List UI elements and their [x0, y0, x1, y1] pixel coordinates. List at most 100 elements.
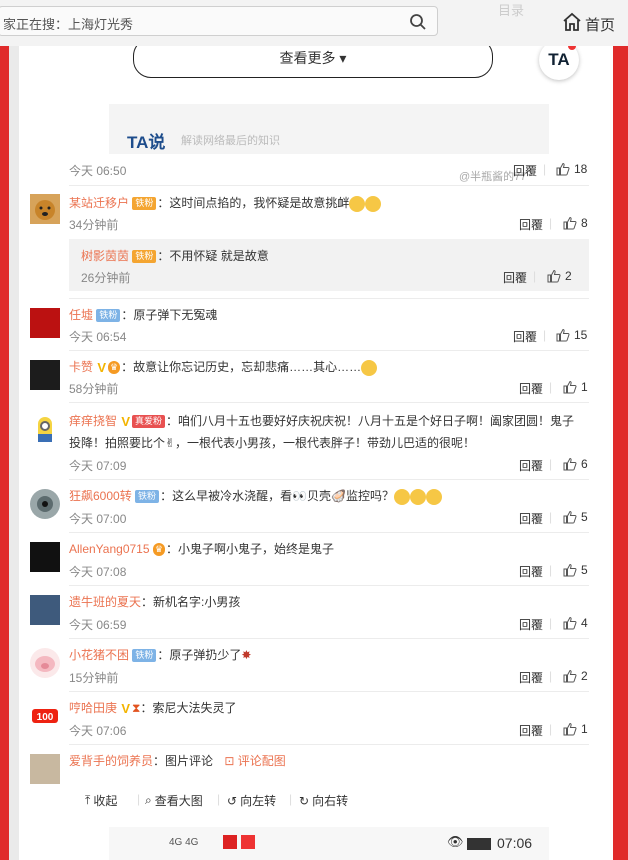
- comment-author[interactable]: 遗牛班的夏天: [69, 595, 141, 609]
- comment-text: ：咱们八月十五也要好好庆祝庆祝！八月十五是个好日子啊！阖家团圆！鬼子: [166, 414, 575, 428]
- comment-time: 15分钟前: [69, 671, 119, 685]
- ta-banner-subtitle: 解读网络最后的知识: [181, 135, 280, 147]
- comment-author[interactable]: AllenYang0715: [69, 542, 150, 556]
- avatar[interactable]: [30, 648, 60, 678]
- reply-button[interactable]: 回覆: [513, 162, 537, 179]
- comment-author[interactable]: 任墟: [69, 308, 93, 322]
- like-button[interactable]: 5: [563, 510, 588, 524]
- comment-author[interactable]: 某站迁移户: [69, 196, 129, 210]
- view-more-button[interactable]: 查看更多 ▾: [133, 46, 493, 78]
- true-fan-badge: 真爱粉: [132, 415, 166, 429]
- avatar[interactable]: [30, 360, 60, 390]
- avatar[interactable]: [30, 414, 60, 444]
- avatar[interactable]: [30, 194, 60, 224]
- thumb-up-icon: [563, 563, 577, 577]
- like-count: 4: [581, 616, 588, 630]
- reply-button[interactable]: 回覆: [519, 380, 543, 397]
- avatar[interactable]: [30, 595, 60, 625]
- iron-fan-badge: 铁粉: [132, 197, 157, 211]
- screenshot-image[interactable]: 4G 4G 👁 07:06: [109, 827, 549, 860]
- rotate-right-button[interactable]: ↻ 向右转: [299, 792, 348, 809]
- search-icon[interactable]: [409, 13, 427, 34]
- eye-icon: 👁: [447, 834, 464, 849]
- collapse-button[interactable]: ⤒ 收起: [85, 792, 117, 809]
- divider: [69, 585, 589, 586]
- like-button[interactable]: 6: [563, 457, 588, 471]
- ta-logo[interactable]: TA: [539, 46, 579, 80]
- like-button[interactable]: 18: [556, 162, 587, 176]
- like-button[interactable]: 5: [563, 563, 588, 577]
- avatar[interactable]: [30, 754, 60, 784]
- image-comment-link[interactable]: ⊡ 评论配图: [224, 754, 285, 768]
- like-button[interactable]: 1: [563, 380, 588, 394]
- separator: |: [217, 792, 221, 806]
- reply-button[interactable]: 回覆: [519, 457, 543, 474]
- avatar[interactable]: [30, 308, 60, 338]
- crown-badge-icon: ♛: [152, 543, 165, 557]
- comment-body: AllenYang0715 ♛ ：小鬼子啊小鬼子，始终是鬼子: [69, 540, 334, 557]
- rotate-left-label: 向左转: [240, 794, 277, 808]
- reply-button[interactable]: 回覆: [519, 722, 543, 739]
- avatar[interactable]: [30, 489, 60, 519]
- thumb-up-icon: [563, 380, 577, 394]
- divider: [69, 532, 589, 533]
- reply-button[interactable]: 回覆: [519, 563, 543, 580]
- reply-button[interactable]: 回覆: [519, 669, 543, 686]
- comment-author[interactable]: 狂飙6000转: [69, 489, 132, 503]
- comment-text: ：原子弹扔少了: [157, 648, 242, 662]
- like-button[interactable]: 1: [563, 722, 588, 736]
- divider: [69, 402, 589, 403]
- catalog-link[interactable]: 目录: [498, 0, 524, 19]
- like-count: 5: [581, 563, 588, 577]
- eye-avatar-icon: [37, 496, 53, 512]
- view-large-button[interactable]: ⌕ 查看大图: [145, 792, 203, 809]
- emoji-icon: [365, 195, 382, 212]
- comment-author[interactable]: 树影茵茵: [81, 249, 129, 263]
- search-input[interactable]: 家正在搜：上海灯光秀: [3, 14, 133, 33]
- svg-text:100: 100: [37, 712, 54, 723]
- avatar[interactable]: [30, 542, 60, 572]
- emoji-icon: [409, 488, 426, 505]
- view-large-label: 查看大图: [154, 794, 203, 808]
- comment-author[interactable]: 小花猪不困: [69, 648, 129, 662]
- page-border-right: [613, 46, 628, 860]
- ta-banner: TA说 解读网络最后的知识: [109, 104, 549, 154]
- comment-text: ：新机名字:小男孩: [141, 595, 241, 609]
- reply-button[interactable]: 回覆: [503, 269, 527, 286]
- separator: |: [549, 563, 553, 577]
- comment-author[interactable]: 痒痒挠智: [69, 414, 117, 428]
- like-count: 18: [574, 162, 588, 176]
- avatar[interactable]: 100: [30, 701, 60, 731]
- reply-button[interactable]: 回覆: [519, 216, 543, 233]
- like-button[interactable]: 8: [563, 216, 588, 230]
- page-gutter: [9, 46, 19, 860]
- collapse-label: 收起: [93, 794, 118, 808]
- home-label: 首页: [585, 16, 616, 34]
- home-button[interactable]: 首页: [562, 12, 615, 36]
- sub-reply: 树影茵茵 铁粉 ：不用怀疑 就是故意 26分钟前 回覆 | 2: [69, 239, 589, 291]
- search-box[interactable]: 家正在搜：上海灯光秀: [0, 6, 438, 36]
- like-button[interactable]: 4: [563, 616, 588, 630]
- comment-text: ：图片评论: [153, 754, 214, 768]
- verified-icon: V: [121, 701, 131, 717]
- reply-button[interactable]: 回覆: [513, 328, 537, 345]
- reply-button[interactable]: 回覆: [519, 510, 543, 527]
- rotate-left-button[interactable]: ↺ 向左转: [227, 792, 276, 809]
- thumb-up-icon: [563, 216, 577, 230]
- like-count: 2: [581, 669, 588, 683]
- comment-author[interactable]: 哼哈田庚: [69, 701, 117, 715]
- comment-body: 痒痒挠智 V 真爱粉 ：咱们八月十五也要好好庆祝庆祝！八月十五是个好日子啊！阖家团圆…: [69, 412, 574, 429]
- reply-button[interactable]: 回覆: [519, 616, 543, 633]
- comment-text: ：这时间点掐的，我怀疑是故意挑衅: [157, 196, 350, 210]
- comment-author[interactable]: 卡赞: [69, 360, 93, 374]
- like-button[interactable]: 15: [556, 328, 587, 342]
- separator: |: [543, 328, 547, 342]
- comment-body: 任墟 铁粉 ：原子弹下无冤魂: [69, 306, 217, 323]
- like-button[interactable]: 2: [563, 669, 588, 683]
- comment-time: 今天 07:06: [69, 724, 127, 738]
- comment-time: 34分钟前: [69, 218, 119, 232]
- ta-logo-text: TA: [548, 50, 570, 69]
- like-button[interactable]: 2: [547, 269, 572, 283]
- comment-author[interactable]: 爱背手的饲养员: [69, 754, 153, 768]
- comment-body: 爱背手的饲养员：图片评论 ⊡ 评论配图: [69, 752, 286, 769]
